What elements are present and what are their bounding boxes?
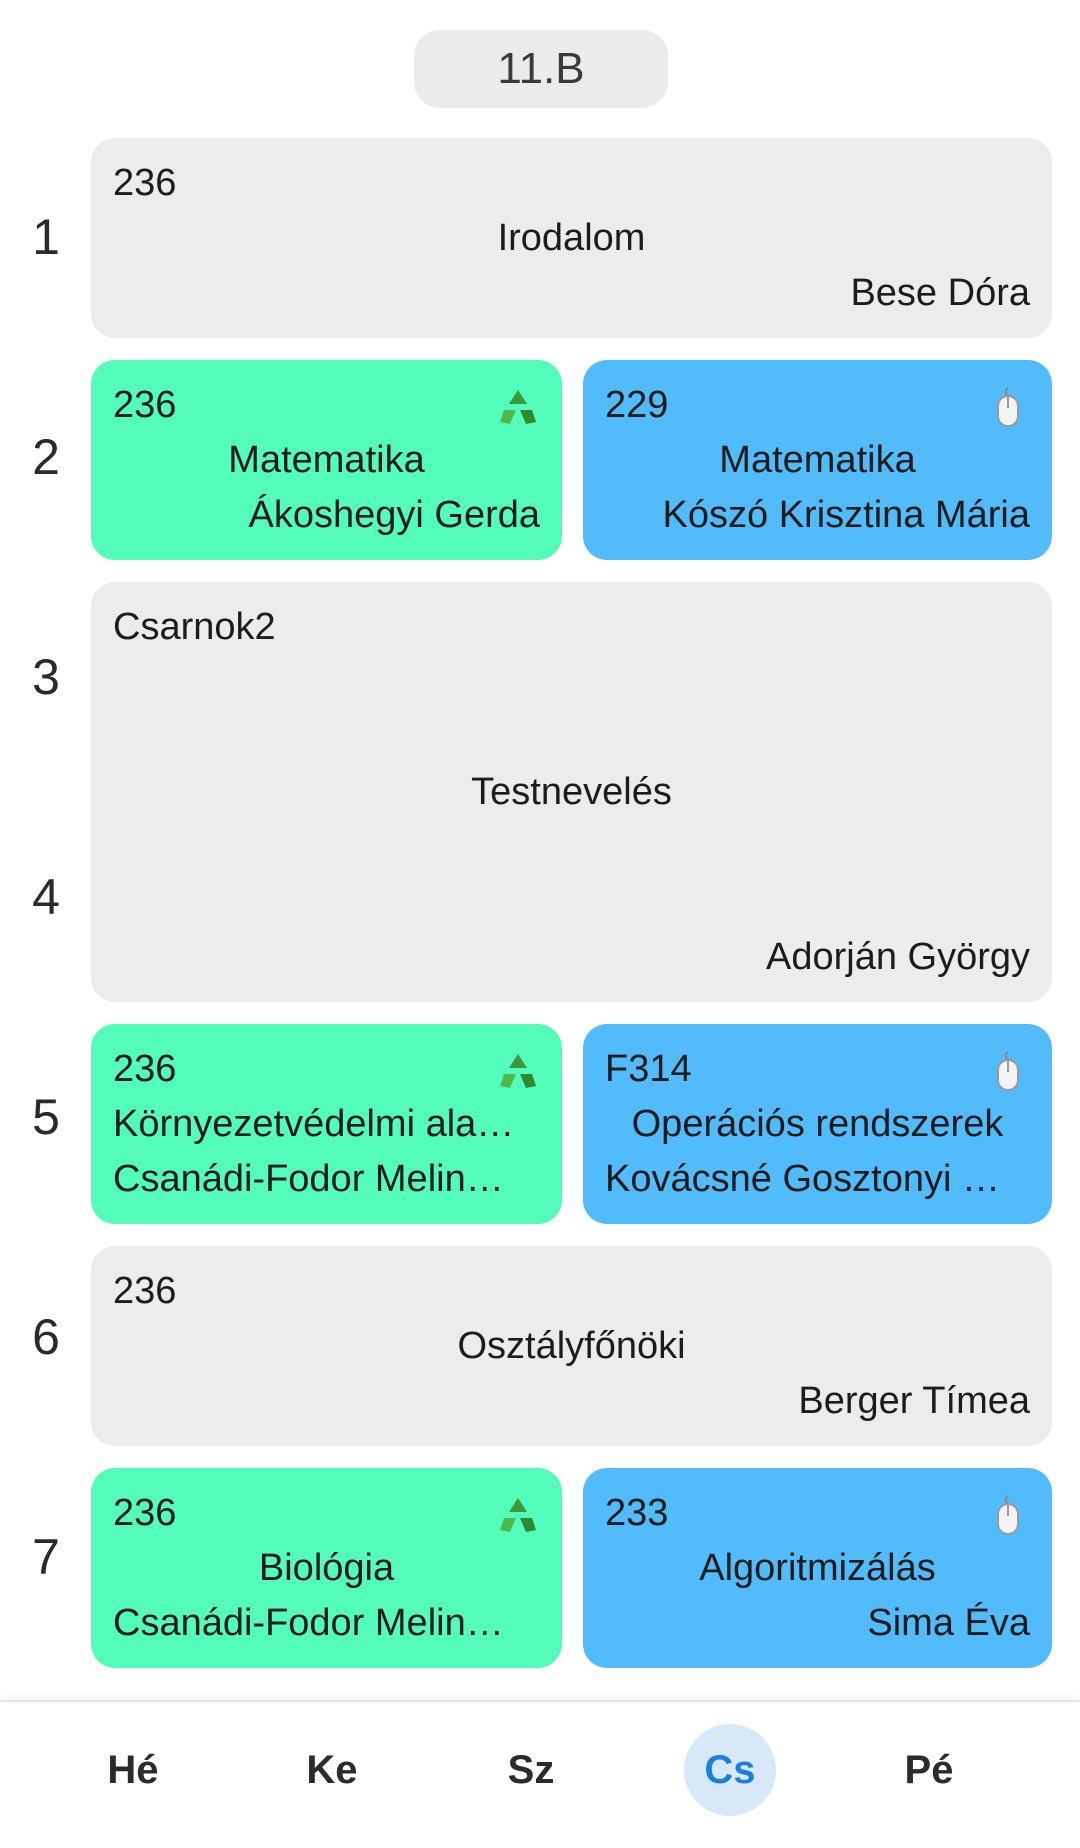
lesson-card-matematika-group1[interactable]: 236 Matematika Ákoshegyi Gerda: [91, 360, 562, 560]
lesson-subject: Osztályfőnöki: [457, 1325, 686, 1367]
day-tab-pentek[interactable]: Pé: [883, 1724, 975, 1816]
day-tab-szerda[interactable]: Sz: [485, 1724, 577, 1816]
lesson-room: F314: [605, 1048, 692, 1090]
lesson-room: 236: [113, 1492, 177, 1534]
lesson-card-osztalyfonoki[interactable]: 236 Osztályfőnöki Berger Tímea: [91, 1246, 1052, 1446]
lesson-subject: Matematika: [228, 439, 425, 481]
period-number-4: 4: [32, 869, 60, 925]
lesson-card-irodalom[interactable]: 236 Irodalom Bese Dóra: [91, 138, 1052, 338]
lesson-teacher: Ákoshegyi Gerda: [248, 494, 541, 536]
period-number-3: 3: [32, 649, 60, 705]
lesson-teacher: Kószó Krisztina Mária: [662, 494, 1030, 536]
lesson-card-testneveles[interactable]: Csarnok2 Testnevelés Adorján György: [91, 582, 1052, 1002]
lesson-room: 236: [113, 1270, 177, 1312]
recycle-icon: [500, 1054, 536, 1088]
lesson-subject: Biológia: [258, 1547, 395, 1589]
lesson-room: 229: [605, 384, 669, 426]
lesson-teacher: Kovácsné Gosztonyi …: [605, 1158, 1000, 1200]
lesson-subject: Algoritmizálás: [699, 1547, 936, 1589]
lesson-teacher: Bese Dóra: [850, 272, 1030, 314]
day-tab-hetfo[interactable]: Hé: [87, 1724, 179, 1816]
lesson-subject: Testnevelés: [471, 771, 672, 813]
lesson-teacher: Sima Éva: [867, 1602, 1030, 1644]
mouse-icon: [997, 1051, 1019, 1091]
period-number-2: 2: [32, 429, 60, 485]
period-number-1: 1: [32, 209, 60, 265]
period-number-5: 5: [32, 1089, 60, 1145]
lesson-subject: Irodalom: [497, 217, 646, 259]
lesson-card-kornyezetvedelmi[interactable]: 236 Környezetvédelmi ala… Csanádi-Fodor …: [91, 1024, 562, 1224]
lesson-room: 233: [605, 1492, 669, 1534]
recycle-icon: [500, 390, 536, 424]
lesson-card-matematika-group2[interactable]: 229 Matematika Kószó Krisztina Mária: [583, 360, 1052, 560]
lesson-room: 236: [113, 384, 177, 426]
lesson-card-operacios-rendszerek[interactable]: F314 Operációs rendszerek Kovácsné Goszt…: [583, 1024, 1052, 1224]
lesson-room: 236: [113, 1048, 177, 1090]
period-number-7: 7: [32, 1529, 60, 1585]
class-selector[interactable]: 11.B: [414, 30, 668, 108]
recycle-icon: [500, 1498, 536, 1532]
lesson-teacher: Berger Tímea: [798, 1380, 1030, 1422]
lesson-subject: Matematika: [719, 439, 916, 481]
period-number-6: 6: [32, 1309, 60, 1365]
lesson-teacher: Csanádi-Fodor Melin…: [113, 1158, 504, 1200]
day-navigation-bar: Hé Ke Sz Cs Pé: [0, 1700, 1080, 1848]
lesson-card-algoritmizalas[interactable]: 233 Algoritmizálás Sima Éva: [583, 1468, 1052, 1668]
lesson-room: 236: [113, 162, 177, 204]
lesson-subject: Környezetvédelmi ala…: [113, 1103, 515, 1145]
mouse-icon: [997, 1495, 1019, 1535]
day-tab-kedd[interactable]: Ke: [286, 1724, 378, 1816]
day-tab-csutortok[interactable]: Cs: [684, 1724, 776, 1816]
lesson-subject: Operációs rendszerek: [631, 1103, 1004, 1145]
lesson-teacher: Adorján György: [765, 936, 1030, 978]
mouse-icon: [997, 387, 1019, 427]
lesson-room: Csarnok2: [113, 606, 276, 648]
timetable-screen: 11.B 1 2 3 4 5 6 7 236 Irodalom Bese Dór…: [0, 0, 1080, 1848]
lesson-card-biologia[interactable]: 236 Biológia Csanádi-Fodor Melin…: [91, 1468, 562, 1668]
lesson-teacher: Csanádi-Fodor Melin…: [113, 1602, 504, 1644]
